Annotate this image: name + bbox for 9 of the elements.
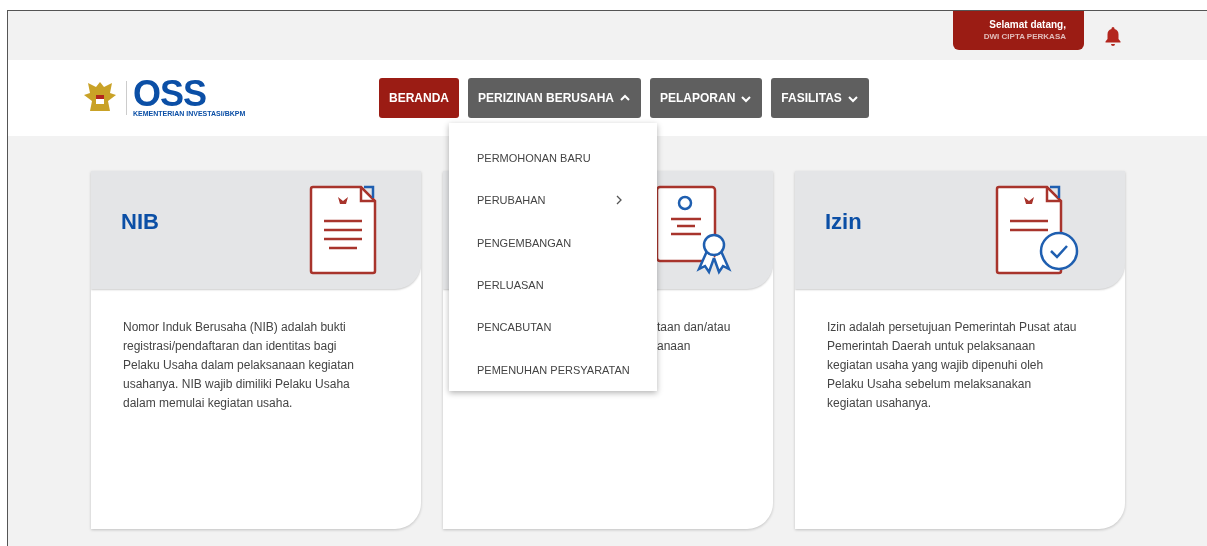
card-title: NIB (121, 208, 159, 236)
welcome-text: Selamat datang, (989, 18, 1066, 31)
card-description: Izin adalah persetujuan Pemerintah Pusat atau Pemerintah Daerah untuk pelaksanaan kegiatan usaha yang wajib dipenuhi oleh Pelaku Usaha sebelum melaksanakan kegiatan usahanya. (827, 319, 1077, 412)
card-description-fragment: anaan (657, 338, 692, 355)
logo-text: OSS (133, 78, 207, 109)
card-description: Nomor Induk Berusaha (NIB) adalah bukti registrasi/pendaftaran dan identitas bagi Pelaku Usaha dalam pelaksanaan kegiatan usahanya. NIB wajib dimiliki Pelaku Usaha dalam memulai kegiatan usaha. (123, 319, 355, 412)
card-description-fragment: taan dan/atau (657, 319, 732, 336)
user-name: DWI CIPTA PERKASA (983, 31, 1066, 43)
card-title: Izin (825, 208, 862, 236)
